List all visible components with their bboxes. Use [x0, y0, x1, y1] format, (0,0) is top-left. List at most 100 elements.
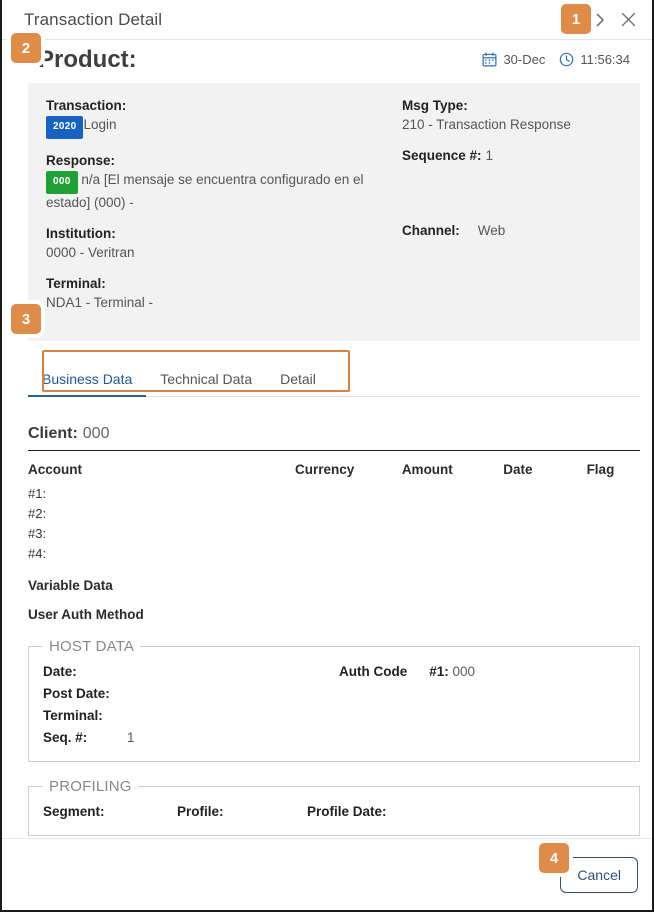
close-icon[interactable] — [614, 6, 642, 34]
client-label: Client: — [28, 425, 78, 442]
product-header-row: Product: 30-Dec — [2, 40, 652, 78]
host-seq-value: 1 — [127, 730, 135, 745]
client-value: 000 — [83, 425, 110, 442]
transaction-label: Transaction: — [46, 97, 398, 114]
institution-label: Institution: — [46, 225, 398, 242]
column-header-currency: Currency — [295, 462, 402, 484]
profile-date-field: Profile Date: — [307, 801, 387, 823]
sequence-label: Sequence #: — [402, 148, 482, 163]
msg-type-value: 210 - Transaction Response — [402, 116, 622, 134]
profile-label: Profile: — [177, 804, 224, 819]
host-post-date-row: Post Date: — [43, 683, 625, 705]
cell-account: #1: — [28, 484, 295, 504]
cell-amount — [402, 544, 503, 564]
profiling-legend: PROFILING — [43, 778, 138, 795]
msg-type-label: Msg Type: — [402, 97, 622, 114]
host-seq-field: Seq. #: 1 — [43, 727, 339, 749]
host-terminal-row: Terminal: — [43, 705, 625, 727]
client-row: Client: 000 — [28, 425, 640, 451]
tab-business-data[interactable]: Business Data — [28, 371, 146, 396]
segment-label: Segment: — [43, 804, 105, 819]
callout-badge-2: 2 — [11, 33, 41, 63]
callout-badge-4: 4 — [539, 843, 569, 873]
calendar-icon — [482, 52, 497, 67]
response-code-badge: 000 — [46, 171, 78, 194]
table-row: #1: — [28, 484, 640, 504]
cell-currency — [295, 504, 402, 524]
response-text: n/a [El mensaje se encuentra configurado… — [46, 172, 364, 210]
host-data-legend: HOST DATA — [43, 638, 140, 655]
auth-code-value: 000 — [453, 664, 476, 679]
transaction-code-badge: 2020 — [46, 116, 83, 139]
response-value: 000 n/a [El mensaje se encuentra configu… — [46, 171, 398, 212]
column-header-flag: Flag — [587, 462, 640, 484]
field-terminal: Terminal: NDA1 - Terminal - — [46, 275, 398, 312]
table-row: #3: — [28, 524, 640, 544]
column-header-date: Date — [503, 462, 586, 484]
cell-currency — [295, 544, 402, 564]
terminal-label: Terminal: — [46, 275, 398, 292]
field-msg-type: Msg Type: 210 - Transaction Response — [402, 97, 622, 134]
column-header-amount: Amount — [402, 462, 503, 484]
transaction-date: 30-Dec — [503, 52, 545, 67]
profile-date-label: Profile Date: — [307, 804, 387, 819]
transaction-value: 2020Login — [46, 116, 398, 139]
tab-list: Business Data Technical Data Detail — [28, 359, 640, 397]
table-row: #4: — [28, 544, 640, 564]
profiling-row: Segment: Profile: Profile Date: — [43, 801, 625, 823]
cancel-button[interactable]: Cancel — [560, 857, 638, 893]
response-label: Response: — [46, 152, 398, 169]
cell-amount — [402, 504, 503, 524]
clock-icon — [559, 52, 574, 67]
cell-currency — [295, 484, 402, 504]
dialog-title: Transaction Detail — [24, 10, 586, 30]
dialog-titlebar: Transaction Detail — [2, 0, 652, 40]
host-seq-row: Seq. #: 1 — [43, 727, 625, 749]
cell-date — [503, 544, 586, 564]
cell-flag — [587, 544, 640, 564]
auth-code-field: Auth Code #1: 000 — [339, 661, 475, 683]
cell-account: #3: — [28, 524, 295, 544]
tab-technical-data[interactable]: Technical Data — [146, 371, 266, 396]
summary-right-column: Msg Type: 210 - Transaction Response Seq… — [398, 97, 622, 325]
institution-value: 0000 - Veritran — [46, 244, 398, 262]
business-data-panel: Client: 000 Account Currency Amount Date … — [2, 425, 652, 836]
profile-field: Profile: — [177, 801, 307, 823]
user-auth-method-heading: User Auth Method — [28, 607, 640, 622]
channel-value: Web — [478, 223, 506, 238]
callout-badge-1: 1 — [561, 4, 591, 34]
cell-account: #4: — [28, 544, 295, 564]
field-sequence: Sequence #: 1 — [402, 147, 622, 165]
table-row: #2: — [28, 504, 640, 524]
segment-field: Segment: — [43, 801, 177, 823]
host-terminal-label: Terminal: — [43, 708, 103, 723]
channel-label: Channel: — [402, 223, 460, 238]
cell-date — [503, 484, 586, 504]
auth-code-entry: #1: 000 — [429, 661, 475, 683]
cell-amount — [402, 524, 503, 544]
tab-detail[interactable]: Detail — [266, 371, 330, 396]
field-institution: Institution: 0000 - Veritran — [46, 225, 398, 262]
profiling-section: PROFILING Segment: Profile: Profile Date… — [28, 778, 640, 836]
transaction-summary-panel: Transaction: 2020Login Response: 000 n/a… — [28, 83, 640, 341]
cell-flag — [587, 524, 640, 544]
cell-date — [503, 524, 586, 544]
host-seq-label: Seq. #: — [43, 730, 87, 745]
field-channel: Channel: Web — [402, 222, 622, 240]
host-terminal-field: Terminal: — [43, 705, 339, 727]
host-post-date-field: Post Date: — [43, 683, 339, 705]
callout-badge-3: 3 — [11, 304, 41, 334]
host-post-date-label: Post Date: — [43, 686, 110, 701]
host-data-first-row: Date: Auth Code #1: 000 — [43, 661, 625, 683]
table-header-row: Account Currency Amount Date Flag — [28, 462, 640, 484]
cell-account: #2: — [28, 504, 295, 524]
variable-data-heading: Variable Data — [28, 578, 640, 593]
accounts-table: Account Currency Amount Date Flag #1: #2… — [28, 462, 640, 564]
terminal-value: NDA1 - Terminal - — [46, 294, 398, 312]
field-response: Response: 000 n/a [El mensaje se encuent… — [46, 152, 398, 212]
summary-spacer — [402, 178, 622, 222]
column-header-account: Account — [28, 462, 295, 484]
host-date-label: Date: — [43, 664, 77, 679]
host-data-section: HOST DATA Date: Auth Code #1: 000 Post D… — [28, 638, 640, 762]
sequence-value: 1 — [486, 148, 494, 163]
